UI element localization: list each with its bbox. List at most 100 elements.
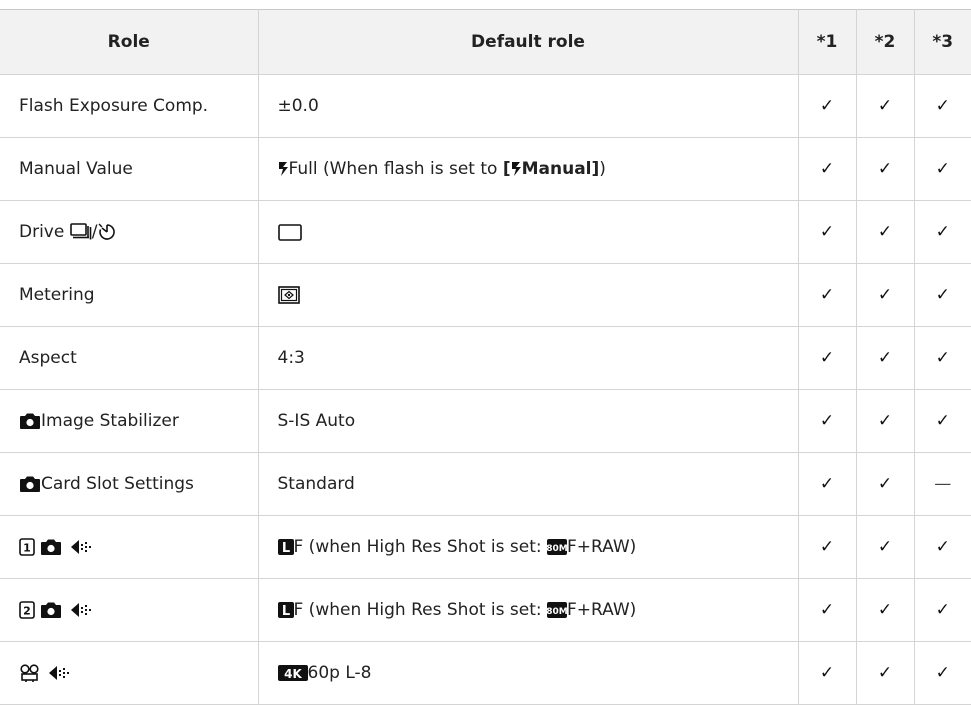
mark-cell: ✓	[855, 137, 915, 201]
mark-cell: ✓	[913, 74, 971, 138]
svg-text:L: L	[281, 604, 289, 619]
role-cell: Metering	[0, 263, 259, 327]
mark-cell: ✓	[797, 200, 857, 264]
default-cell: Full (When flash is set to [Manual])	[257, 137, 799, 201]
flash-icon	[511, 162, 521, 176]
still-camera-icon	[41, 539, 62, 555]
header-default-role: Default role	[257, 9, 799, 75]
mark-cell: ✓	[913, 515, 971, 579]
large-size-icon: L	[277, 602, 294, 619]
header-mode-1: *1	[797, 9, 857, 75]
table-row: Aspect 4:3 ✓ ✓ ✓	[0, 326, 971, 390]
role-cell	[0, 641, 259, 705]
mark-cell: ✓	[855, 452, 915, 516]
table-row: Metering ✓ ✓ ✓	[0, 263, 971, 327]
table-row: Manual Value Full (When flash is set to …	[0, 137, 971, 201]
card-slot-1-icon: 1	[19, 538, 35, 556]
default-cell	[257, 200, 799, 264]
large-size-icon: L	[277, 539, 294, 556]
header-mode-3: *3	[913, 9, 971, 75]
table-row: Image Stabilizer S-IS Auto ✓ ✓ ✓	[0, 389, 971, 453]
default-cell: S-IS Auto	[257, 389, 799, 453]
flash-icon	[278, 162, 288, 176]
header-mode-2: *2	[855, 9, 915, 75]
role-cell: Aspect	[0, 326, 259, 390]
digital-esp-metering-icon	[277, 286, 300, 304]
header-role: Role	[0, 9, 259, 75]
4k-icon: 4K	[277, 665, 308, 681]
mark-cell: ✓	[797, 137, 857, 201]
mark-cell: ✓	[913, 326, 971, 390]
svg-text:L: L	[281, 541, 289, 556]
default-text: F (when High Res Shot is set:	[293, 537, 548, 557]
table-row: 2 L F (when High Res Shot is set: 80M F+RA…	[0, 578, 971, 642]
svg-text:2: 2	[23, 605, 31, 618]
mark-cell: ✓	[913, 200, 971, 264]
mark-cell: ✓	[855, 515, 915, 579]
still-camera-icon	[20, 476, 40, 492]
default-text: F+RAW)	[567, 600, 637, 620]
svg-text:80M: 80M	[547, 544, 567, 554]
sequential-shooting-icon	[69, 223, 92, 240]
mark-cell: ✓	[855, 200, 915, 264]
mark-cell: ✓	[913, 137, 971, 201]
svg-text:4K: 4K	[284, 667, 302, 681]
default-cell: L F (when High Res Shot is set: 80M F+RAW)	[257, 515, 799, 579]
role-cell: Card Slot Settings	[0, 452, 259, 516]
table-row: 4K 60p L-8 ✓ ✓ ✓	[0, 641, 971, 705]
default-cell	[257, 263, 799, 327]
mark-cell: ✓	[913, 389, 971, 453]
default-cell: 4:3	[257, 326, 799, 390]
image-quality-icon	[70, 540, 91, 554]
role-label: Card Slot Settings	[41, 474, 194, 494]
role-cell: Drive /	[0, 200, 259, 264]
mark-cell: ✓	[797, 74, 857, 138]
mark-cell: ✓	[797, 578, 857, 642]
mark-cell: ✓	[797, 389, 857, 453]
image-quality-icon	[70, 603, 91, 617]
card-slot-2-icon: 2	[19, 601, 35, 619]
role-cell: Flash Exposure Comp.	[0, 74, 259, 138]
table-row: Flash Exposure Comp. ±0.0 ✓ ✓ ✓	[0, 74, 971, 138]
role-cell: Manual Value	[0, 137, 259, 201]
svg-text:80M: 80M	[547, 607, 567, 617]
mark-cell: ✓	[855, 263, 915, 327]
mark-cell: ✓	[855, 326, 915, 390]
mark-cell: ✓	[797, 641, 857, 705]
default-cell: L F (when High Res Shot is set: 80M F+RAW)	[257, 578, 799, 642]
mark-cell: ✓	[797, 263, 857, 327]
mark-cell: ✓	[913, 578, 971, 642]
still-camera-icon	[20, 413, 40, 429]
80m-size-icon: 80M	[547, 602, 568, 618]
mark-cell: ✓	[855, 641, 915, 705]
mark-cell: ✓	[913, 641, 971, 705]
table-row: Card Slot Settings Standard ✓ ✓ —	[0, 452, 971, 516]
default-cell: 4K 60p L-8	[257, 641, 799, 705]
movie-icon	[20, 664, 39, 682]
default-text: Full (When flash is set to	[288, 159, 503, 179]
default-text: )	[599, 159, 606, 179]
role-cell: 1	[0, 515, 259, 579]
settings-table: Role Default role *1 *2 *3 Flash Exposur…	[0, 9, 971, 705]
mark-cell: ✓	[797, 452, 857, 516]
role-label: Image Stabilizer	[41, 411, 179, 431]
mark-cell: ✓	[797, 515, 857, 579]
default-cell: ±0.0	[257, 74, 799, 138]
80m-size-icon: 80M	[547, 539, 568, 555]
mark-cell: ✓	[913, 263, 971, 327]
table-header-row: Role Default role *1 *2 *3	[0, 9, 971, 75]
manual-flash-label: [Manual]	[502, 159, 600, 179]
svg-text:1: 1	[23, 542, 31, 555]
mark-cell: —	[913, 452, 971, 516]
default-cell: Standard	[257, 452, 799, 516]
mark-cell: ✓	[797, 326, 857, 390]
mark-cell: ✓	[855, 74, 915, 138]
role-cell: Image Stabilizer	[0, 389, 259, 453]
table-row: 1 L F (when High Res Shot is set: 80M F+RA…	[0, 515, 971, 579]
mark-cell: ✓	[855, 578, 915, 642]
image-quality-icon	[49, 666, 70, 680]
single-frame-icon	[277, 223, 302, 241]
role-label: Drive	[19, 222, 70, 242]
default-text: 60p L-8	[307, 663, 372, 683]
default-text: F+RAW)	[567, 537, 637, 557]
